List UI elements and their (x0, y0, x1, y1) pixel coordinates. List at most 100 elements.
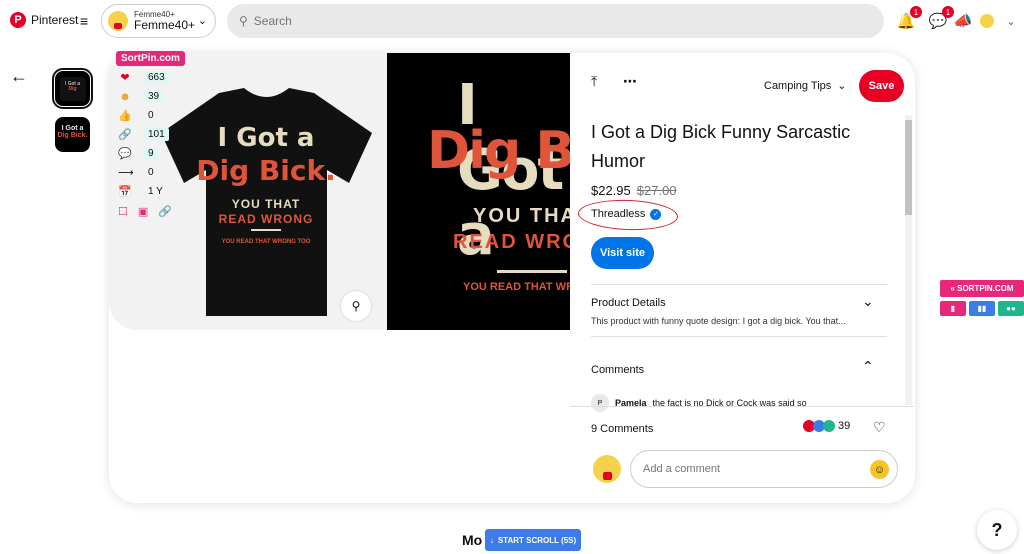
add-comment-input[interactable] (643, 463, 853, 475)
pin-image-design[interactable]: I Got a Dig Bick. YOU THAT READ WRONG YO… (387, 53, 570, 330)
notification-badge: 1 (910, 6, 922, 18)
emoji-icon[interactable]: ☺ (870, 460, 889, 479)
svg-text:READ WRONG: READ WRONG (219, 212, 314, 226)
top-bar: P Pinterest ≡ Femme40+ Femme40+ ⌄ ⚲ 🔔1 💬… (0, 0, 1024, 44)
sortpin-sidebox-title: SORTPIN.COM (957, 284, 1014, 293)
design-divider (497, 270, 567, 273)
account-name: Femme40+ (134, 18, 196, 32)
stat-age: 📅 1 Y (118, 185, 167, 198)
profile-avatar-icon[interactable] (977, 11, 997, 31)
svg-text:I Got a: I Got a (218, 123, 315, 153)
stat-value: 1 Y (148, 186, 163, 197)
scrollbar-thumb[interactable] (905, 120, 912, 215)
sortpin-sidebox: « SORTPIN.COM ▮ ▮▮ ●● (940, 280, 1024, 316)
more-heading: Mo (462, 532, 483, 548)
reaction-count: 39 (838, 420, 851, 432)
stat-value: 9 (144, 147, 158, 160)
stat-links: 🔗 101 (118, 128, 169, 141)
pinterest-logo[interactable]: P Pinterest (10, 12, 78, 28)
design-line-4: READ WRONG (453, 231, 570, 253)
thumbnail-shirt[interactable]: I Got a Dig (52, 68, 93, 109)
reactions[interactable]: 39 (803, 420, 850, 432)
svg-text:YOU READ THAT WRONG TOO: YOU READ THAT WRONG TOO (222, 239, 311, 245)
board-name: Camping Tips (764, 79, 832, 92)
smile-icon: ☻ (119, 90, 131, 103)
stat-likes: ❤ 663 (118, 71, 169, 84)
back-arrow-icon[interactable]: ← (10, 66, 28, 87)
product-details-heading[interactable]: Product Details (591, 297, 666, 309)
tshirt-graphic: I Got a Dig Bick. YOU THAT READ WRONG YO… (161, 88, 372, 316)
bell-icon[interactable]: 🔔 1 (896, 6, 922, 31)
avatar (108, 11, 128, 31)
search-bar[interactable]: ⚲ (227, 4, 884, 38)
divider (570, 406, 914, 407)
stat-value: 0 (148, 167, 154, 178)
stat-value: 39 (144, 90, 164, 103)
stat-thumbs: 👍 0 (118, 109, 158, 122)
calendar-icon: 📅 (118, 186, 132, 198)
users-icon[interactable]: ●● (998, 301, 1024, 316)
chevron-up-icon[interactable]: ⌃ (862, 358, 874, 375)
search-input[interactable] (253, 14, 854, 28)
menu-icon[interactable]: ≡ (80, 13, 88, 29)
heart-outline-icon[interactable]: ♡ (873, 419, 886, 436)
design-line-2: Dig Bick. (427, 121, 570, 181)
stat-comments: 💬 9 (118, 147, 158, 160)
thumbnail-design[interactable]: I Got a Dig Bick. (55, 117, 90, 152)
current-price: $22.95 (591, 183, 631, 198)
sortpin-actions: ☐ ▣ 🔗 (118, 205, 172, 218)
current-user-avatar (593, 455, 621, 483)
link-icon[interactable]: 🔗 (158, 205, 172, 218)
bookmark-icon[interactable]: ▮ (940, 301, 966, 316)
sortpin-sidebox-header[interactable]: « SORTPIN.COM (940, 280, 1024, 297)
start-scroll-button[interactable]: ↓ START SCROLL (5S) (485, 529, 581, 551)
chevron-down-icon: ⌄ (197, 15, 207, 27)
share-upload-icon[interactable]: ⤒ (591, 73, 597, 90)
add-comment-field[interactable]: ☺ (630, 450, 898, 488)
price: $22.95 $27.00 (591, 183, 677, 198)
visit-site-button[interactable]: Visit site (591, 237, 654, 269)
messages-icon[interactable]: 💬 1 (928, 6, 954, 31)
search-icon: ⚲ (239, 14, 248, 28)
help-button[interactable]: ? (977, 510, 1017, 550)
link-icon: 🔗 (118, 129, 132, 141)
chevron-down-icon[interactable]: ⌄ (862, 293, 874, 310)
megaphone-icon[interactable]: 📣 (953, 11, 973, 31)
svg-text:YOU THAT: YOU THAT (232, 197, 300, 211)
arrow-down-icon: ↓ (489, 535, 494, 545)
sortpin-badge[interactable]: SortPin.com (116, 51, 185, 66)
stat-reactions: ☻ 39 (118, 90, 164, 103)
divider (591, 284, 887, 285)
account-chevron-icon[interactable]: ⌄ (1001, 11, 1021, 31)
visual-search-icon[interactable]: ⚲ (341, 291, 371, 321)
book-icon[interactable]: ▮▮ (969, 301, 995, 316)
pinterest-logo-icon: P (10, 12, 26, 28)
image-icon[interactable]: ▣ (138, 205, 148, 218)
more-options-icon[interactable]: ⋯ (623, 73, 637, 90)
bookmark-icon[interactable]: ☐ (118, 205, 128, 218)
board-selector[interactable]: Camping Tips ⌄ (764, 79, 846, 93)
brand-label: Pinterest (31, 13, 79, 27)
divider (591, 336, 887, 337)
stat-value: 663 (144, 71, 169, 84)
account-switcher[interactable]: Femme40+ Femme40+ ⌄ (101, 4, 216, 38)
design-line-5: YOU READ THAT WRONG TOO (463, 281, 570, 293)
svg-text:Dig Bick.: Dig Bick. (196, 154, 335, 187)
panel-scrollbar[interactable] (905, 115, 912, 405)
stat-shares: ⟶ 0 (118, 166, 158, 179)
pin-title: I Got a Dig Bick Funny Sarcastic Humor (591, 122, 851, 171)
comments-heading[interactable]: Comments (591, 364, 644, 376)
save-button[interactable]: Save (859, 70, 904, 102)
thumbnail-design-text: I Got a Dig Bick. (57, 125, 88, 139)
commenter-avatar[interactable]: P (591, 394, 609, 412)
old-price: $27.00 (636, 183, 677, 198)
stat-value: 0 (148, 110, 154, 121)
design-line-3: YOU THAT (473, 205, 570, 227)
heart-icon: ❤ (120, 72, 130, 84)
share-icon: ⟶ (118, 167, 134, 179)
product-description: This product with funny quote design: I … (591, 316, 846, 326)
stat-value: 101 (144, 128, 169, 141)
thumbs-up-icon: 👍 (118, 110, 132, 122)
comment-icon: 💬 (118, 148, 132, 160)
start-scroll-label: START SCROLL (5S) (497, 535, 577, 545)
